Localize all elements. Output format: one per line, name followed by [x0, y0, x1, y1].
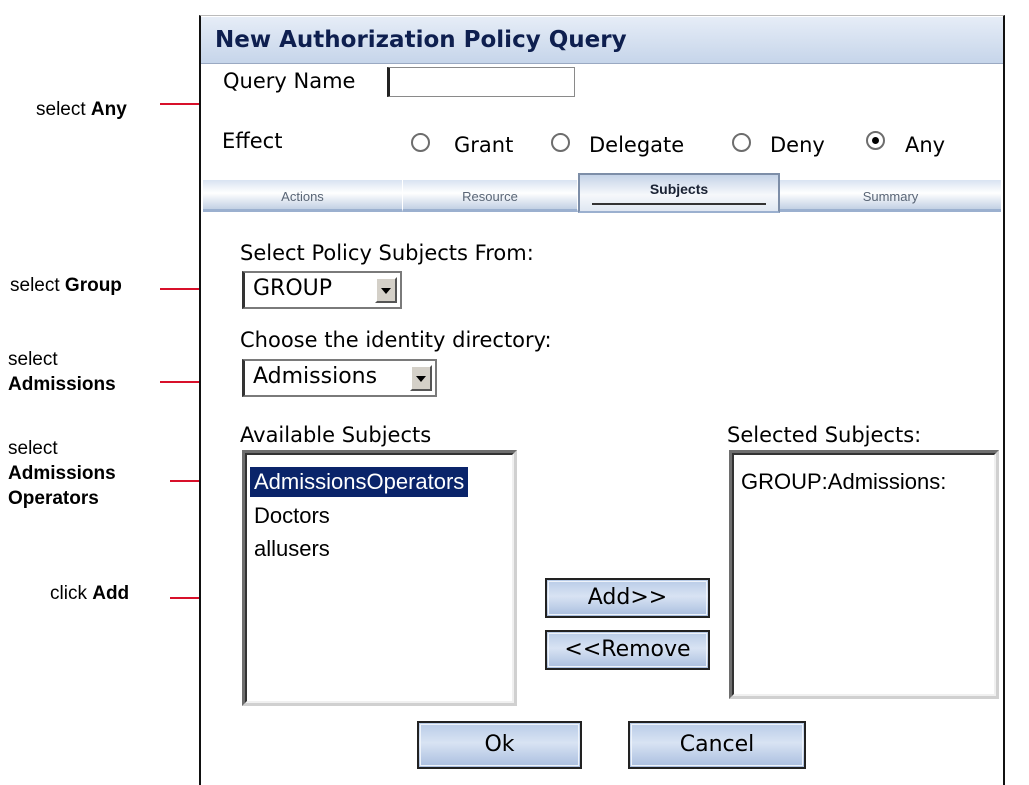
effect-label: Effect [222, 129, 283, 153]
ok-button[interactable]: Ok [417, 721, 582, 769]
tab-subjects[interactable]: Subjects [578, 173, 780, 213]
callout-select-any: select Any [36, 99, 127, 120]
chevron-down-icon[interactable] [410, 365, 432, 391]
effect-label-deny: Deny [770, 133, 825, 157]
subjects-from-value: GROUP [253, 276, 333, 301]
query-name-input[interactable] [387, 67, 575, 97]
effect-label-grant: Grant [454, 133, 514, 157]
list-item-group-admissions[interactable]: GROUP:Admissions: [741, 467, 946, 497]
list-item-admissions-operators[interactable]: AdmissionsOperators [250, 467, 469, 497]
directory-value: Admissions [253, 364, 378, 389]
effect-radio-deny[interactable] [732, 133, 751, 152]
effect-radio-any[interactable] [866, 131, 885, 150]
dialog-title: New Authorization Policy Query [215, 27, 627, 53]
callout-select-group: select Group [10, 275, 122, 296]
effect-label-delegate: Delegate [589, 133, 685, 157]
cancel-button[interactable]: Cancel [628, 721, 806, 769]
remove-button[interactable]: <<Remove [545, 630, 710, 670]
selected-subjects-list[interactable]: GROUP:Admissions: [729, 450, 999, 699]
list-item-doctors[interactable]: Doctors [254, 501, 330, 531]
directory-select[interactable]: Admissions [242, 359, 437, 397]
available-subjects-label: Available Subjects [240, 423, 432, 447]
available-subjects-list[interactable]: AdmissionsOperators Doctors allusers [242, 450, 517, 706]
tab-actions[interactable]: Actions [203, 180, 403, 212]
tab-summary[interactable]: Summary [780, 180, 1001, 212]
callout-select-operators: select Admissions Operators [8, 438, 116, 509]
effect-radio-grant[interactable] [411, 133, 430, 152]
callout-click-add: click Add [50, 583, 130, 604]
list-item-allusers[interactable]: allusers [254, 534, 330, 564]
add-button[interactable]: Add>> [545, 578, 710, 618]
effect-radio-delegate[interactable] [551, 133, 570, 152]
chevron-down-icon[interactable] [375, 277, 397, 303]
subjects-from-select[interactable]: GROUP [242, 271, 402, 309]
callout-select-admissions: select Admissions [8, 349, 116, 395]
query-name-label: Query Name [223, 69, 356, 93]
tab-resource[interactable]: Resource [403, 180, 578, 212]
effect-label-any: Any [905, 133, 946, 157]
subjects-from-label: Select Policy Subjects From: [240, 241, 534, 265]
directory-label: Choose the identity directory: [240, 328, 552, 352]
selected-subjects-label: Selected Subjects: [727, 423, 922, 447]
